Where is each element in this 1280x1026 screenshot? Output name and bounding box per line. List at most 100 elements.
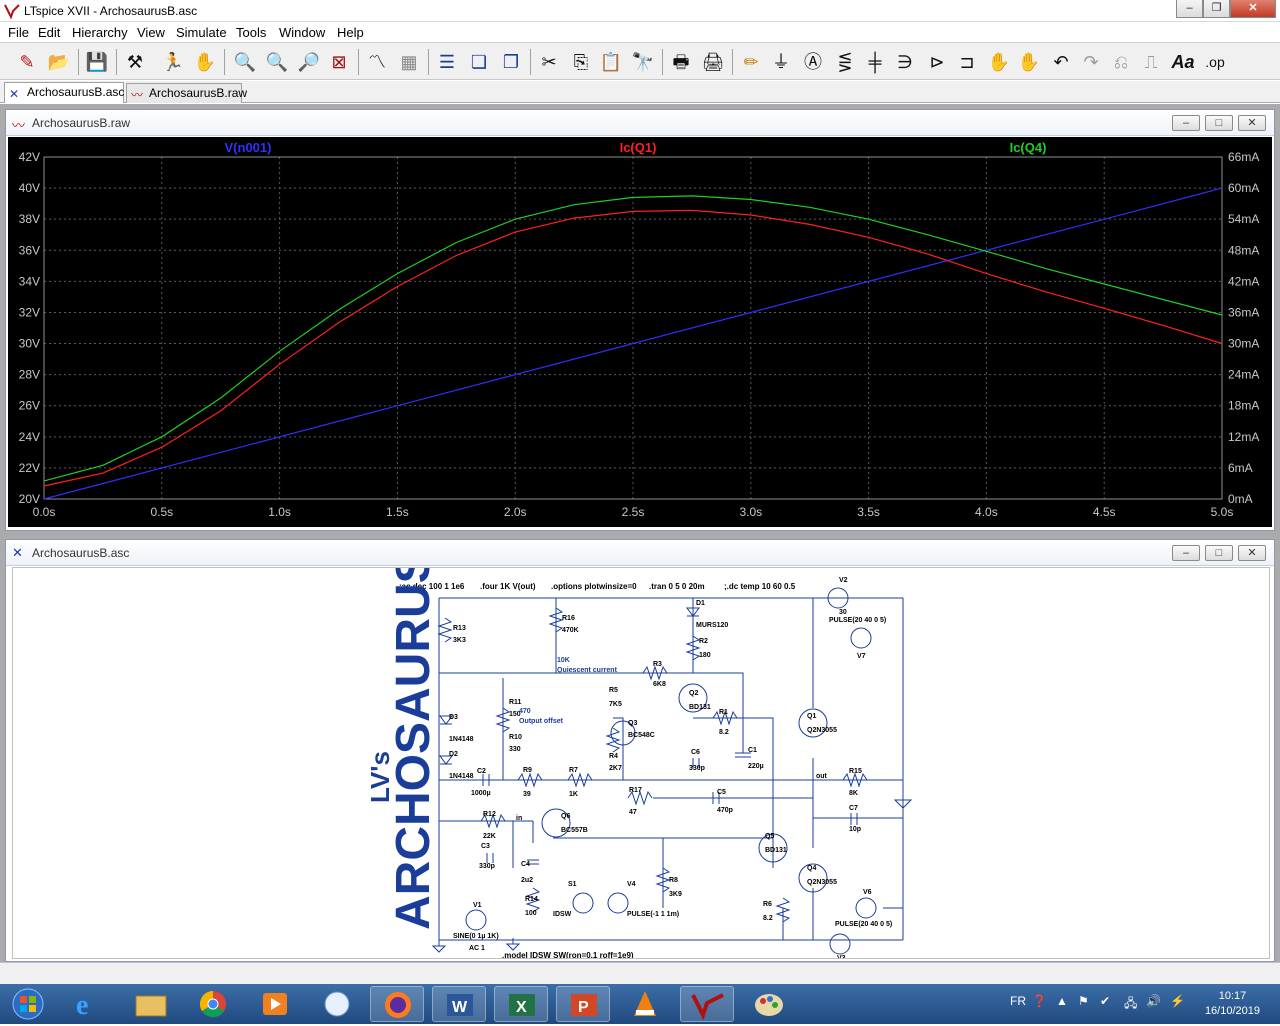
component-ref-v7[interactable]: V7 — [857, 653, 866, 660]
component-ref-v1[interactable]: V1 — [473, 902, 482, 909]
excel-icon[interactable]: X — [494, 986, 548, 1022]
new-schematic-icon[interactable]: ✎ — [14, 49, 40, 75]
component-value-c4[interactable]: 2u2 — [521, 877, 533, 884]
component-ref-r4[interactable]: R4 — [609, 753, 618, 760]
component-icon[interactable]: ⊐ — [954, 49, 980, 75]
component-value-v7[interactable]: PULSE(20 40 0 5) — [829, 617, 886, 624]
component-value-r13[interactable]: 3K3 — [453, 637, 466, 644]
component-value-c2[interactable]: 1000µ — [471, 790, 491, 797]
component-value-d3[interactable]: 1N4148 — [449, 736, 474, 743]
language-indicator[interactable]: FR — [1010, 994, 1026, 1008]
component-value-r14[interactable]: 100 — [525, 910, 537, 917]
maximize-button[interactable]: ❐ — [1203, 0, 1230, 18]
component-value-r4[interactable]: 2K7 — [609, 765, 622, 772]
component-value-q2[interactable]: BD131 — [689, 704, 711, 711]
tray-expand-icon[interactable]: ▲ — [1056, 994, 1068, 1008]
diode-icon[interactable]: ⊳ — [924, 49, 950, 75]
menu-hierarchy[interactable]: Hierarchy — [72, 25, 128, 40]
label-net-icon[interactable]: Ⓐ — [800, 49, 826, 75]
text-icon[interactable]: Aa — [1170, 49, 1196, 75]
component-ref-r6[interactable]: R6 — [763, 901, 772, 908]
rotate-icon[interactable]: ⎌ — [1108, 49, 1134, 75]
start-orb[interactable] — [2, 986, 54, 1022]
save-icon[interactable]: 💾 — [84, 49, 110, 75]
ground-icon[interactable]: ⏚ — [768, 49, 794, 75]
drag-icon[interactable]: ✋ — [1016, 49, 1042, 75]
minimize-button[interactable]: – — [1172, 115, 1200, 131]
trace-label[interactable]: Ic(Q1) — [620, 140, 657, 155]
component-ref-q2[interactable]: Q2 — [689, 690, 698, 697]
maximize-button[interactable]: □ — [1205, 545, 1233, 561]
close-button[interactable]: ✕ — [1238, 115, 1266, 131]
close-button[interactable]: ✕ — [1238, 545, 1266, 561]
paste-icon[interactable]: 📋 — [598, 49, 624, 75]
component-value-c5[interactable]: 470p — [717, 807, 733, 814]
find-icon[interactable]: 🔭 — [630, 49, 656, 75]
print-setup-icon[interactable]: 🖨 — [700, 49, 726, 75]
component-value-c6[interactable]: 330p — [689, 765, 705, 772]
component-ref-r7[interactable]: R7 — [569, 767, 578, 774]
capacitor-icon[interactable]: ╪ — [862, 49, 888, 75]
autorange-icon[interactable]: 〽 — [364, 49, 390, 75]
component-value-v6[interactable]: PULSE(20 40 0 5) — [835, 921, 892, 928]
component-value-v4[interactable]: PULSE(-1 1 1m) — [627, 911, 679, 918]
component-value-s1[interactable]: IDSW — [553, 911, 572, 918]
print-icon[interactable]: 🖶 — [668, 49, 694, 75]
menu-tools[interactable]: Tools — [236, 25, 266, 40]
spice-directive-icon[interactable]: .op — [1202, 49, 1228, 75]
component-ref-c5[interactable]: C5 — [717, 789, 726, 796]
component-value-q4[interactable]: Q2N3055 — [807, 879, 837, 886]
draw-wire-icon[interactable]: ✏ — [738, 49, 764, 75]
component-value-r9[interactable]: 39 — [523, 791, 531, 798]
component-value-c1[interactable]: 220µ — [748, 763, 764, 770]
copy-icon[interactable]: ⎘ — [568, 49, 594, 75]
powerpoint-icon[interactable]: P — [556, 986, 610, 1022]
component-value-r15[interactable]: 8K — [849, 790, 858, 797]
tile-vertical-icon[interactable]: ❐ — [498, 49, 524, 75]
component-value-q6[interactable]: BC557B — [561, 827, 588, 834]
explorer-icon[interactable] — [124, 986, 178, 1022]
component-ref-r16[interactable]: R16 — [562, 615, 575, 622]
component-value-q5[interactable]: BD131 — [765, 847, 787, 854]
directive-options[interactable]: .options plotwinsize=0 — [551, 582, 637, 591]
inductor-icon[interactable]: ∋ — [892, 49, 918, 75]
directive-four[interactable]: .four 1K V(out) — [480, 582, 536, 591]
zoom-in-icon[interactable]: 🔍 — [232, 49, 258, 75]
component-value-r10[interactable]: 330 — [509, 746, 521, 753]
tab-archosaurusb-asc[interactable]: ✕ ArchosaurusB.asc — [4, 82, 124, 103]
component-ref-r12[interactable]: R12 — [483, 811, 496, 818]
component-value-r17[interactable]: 47 — [629, 809, 637, 816]
security-icon[interactable]: ⚑ — [1078, 994, 1089, 1008]
chrome-icon[interactable] — [186, 986, 240, 1022]
component-value-q1[interactable]: Q2N3055 — [807, 727, 837, 734]
zoom-out-icon[interactable]: 🔎 — [296, 49, 322, 75]
trace-label[interactable]: Ic(Q4) — [1010, 140, 1047, 155]
component-ref-v6[interactable]: V6 — [863, 889, 872, 896]
component-ref-d3[interactable]: D3 — [449, 714, 458, 721]
directive-dc[interactable]: ;.dc temp 10 60 0.5 — [724, 582, 796, 591]
menu-edit[interactable]: Edit — [38, 25, 60, 40]
action-center-icon[interactable]: ✔ — [1100, 994, 1110, 1008]
word-icon[interactable]: W — [432, 986, 486, 1022]
component-value-v2[interactable]: 30 — [839, 609, 847, 616]
schematic-drawing[interactable]: ;ac dec 100 1 1e6 .four 1K V(out) .optio… — [13, 568, 1270, 959]
trace-label[interactable]: V(n001) — [225, 140, 272, 155]
component-ref-v3[interactable]: V3 — [837, 955, 846, 959]
component-ref-r11[interactable]: R11 — [509, 699, 522, 706]
directive-model[interactable]: .model IDSW SW(ron=0.1 roff=1e9) — [502, 951, 634, 959]
component-value-r8[interactable]: 3K9 — [669, 891, 682, 898]
component-ref-c2[interactable]: C2 — [477, 768, 486, 775]
component-ref-c6[interactable]: C6 — [691, 749, 700, 756]
plot-pane[interactable]: 0.0s 0.5s 1.0s 1.5s 2.0s 2.5s 3.0s 3.5s 4.0s 4.5s… — [8, 137, 1272, 527]
feedback-icon[interactable] — [310, 986, 364, 1022]
component-ref-q4[interactable]: Q4 — [807, 865, 816, 872]
halt-icon[interactable]: ✋ — [192, 49, 218, 75]
run-icon[interactable]: 🏃 — [160, 49, 186, 75]
component-ref-r5[interactable]: R5 — [609, 687, 618, 694]
component-ref-r2[interactable]: R2 — [699, 638, 708, 645]
component-ref-v4[interactable]: V4 — [627, 881, 636, 888]
volume-icon[interactable]: 🔊 — [1146, 994, 1161, 1008]
component-ref-r13[interactable]: R13 — [453, 625, 466, 632]
component-value-r6[interactable]: 8.2 — [763, 915, 773, 922]
component-value-c3[interactable]: 330p — [479, 863, 495, 870]
